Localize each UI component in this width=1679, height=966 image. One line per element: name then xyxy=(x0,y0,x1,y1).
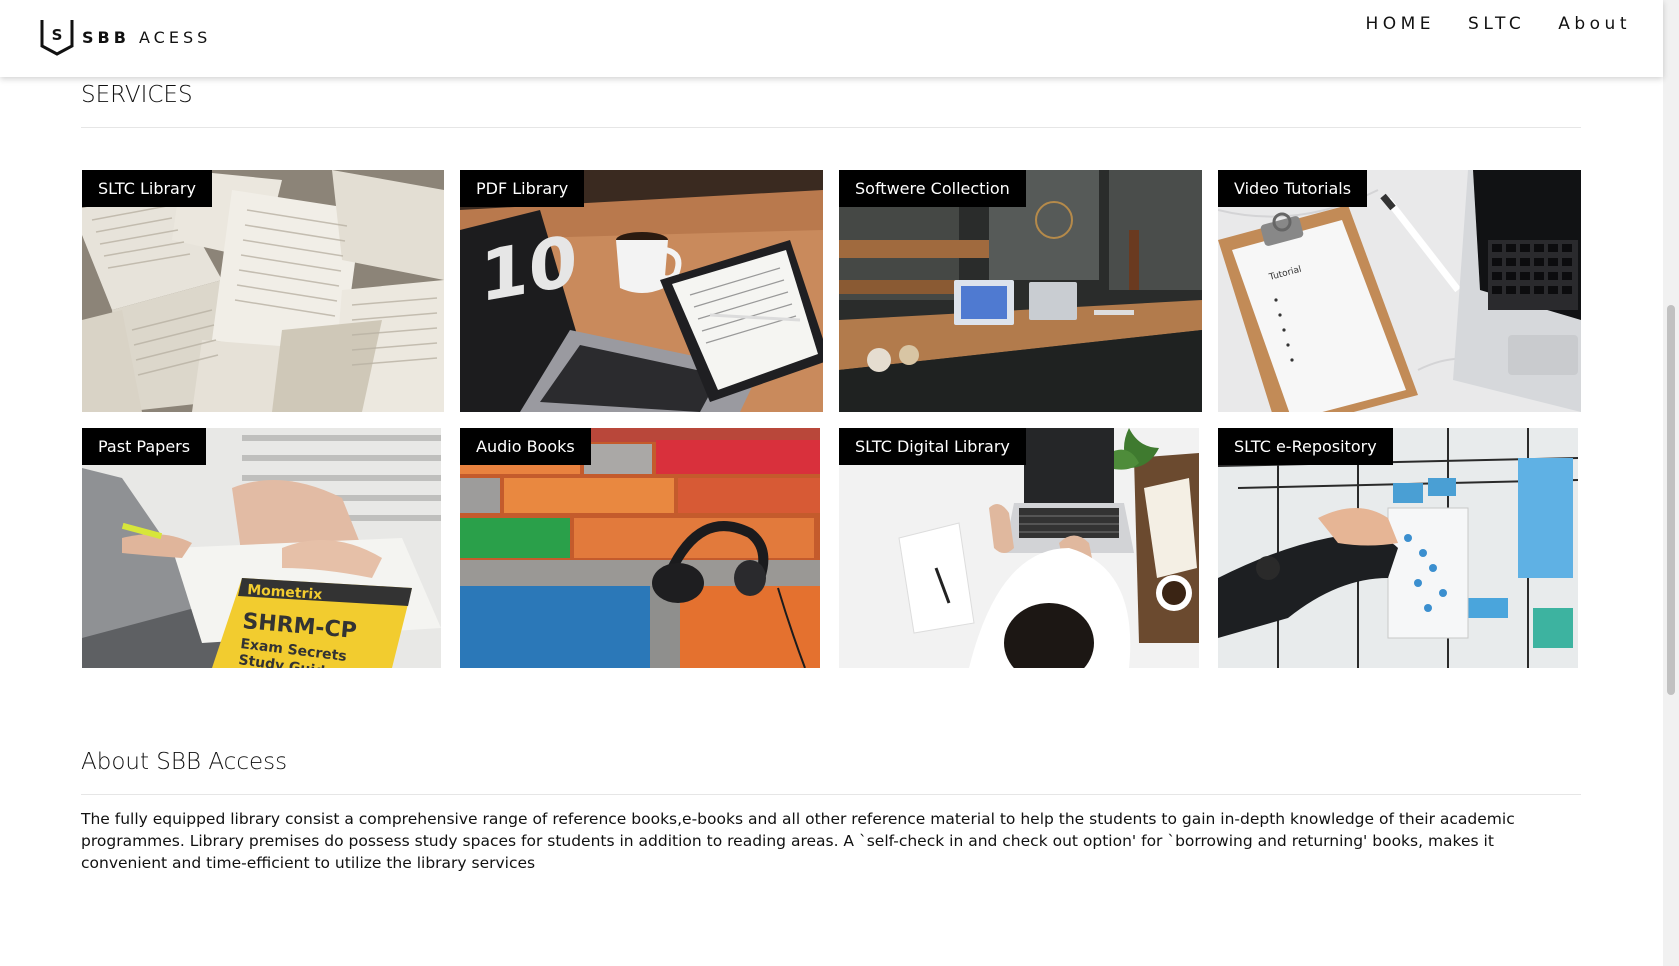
card-softwere-collection[interactable]: Softwere Collection xyxy=(839,170,1202,412)
about-title: About SBB Access xyxy=(81,749,288,775)
card-label: Softwere Collection xyxy=(839,170,1026,207)
card-past-papers[interactable]: Mometrix SHRM-CP Exam Secrets Study Guid… xyxy=(82,428,441,668)
card-sltc-library[interactable]: SLTC Library xyxy=(82,170,444,412)
nav-link-sltc[interactable]: SLTC xyxy=(1468,12,1525,36)
brand-name-rest: ACESS xyxy=(139,27,212,47)
brand-name: SBB ACESS xyxy=(82,28,211,47)
card-label: Video Tutorials xyxy=(1218,170,1368,207)
card-audio-books[interactable]: Audio Books xyxy=(460,428,820,668)
card-label: SLTC Digital Library xyxy=(839,428,1026,465)
brand[interactable]: S SBB ACESS xyxy=(40,18,211,56)
card-sltc-digital-library[interactable]: SLTC Digital Library xyxy=(839,428,1199,668)
nav-link-home[interactable]: HOME xyxy=(1365,12,1435,36)
services-divider xyxy=(81,127,1581,128)
card-label: SLTC e-Repository xyxy=(1218,428,1393,465)
navbar: S SBB ACESS HOME SLTC About xyxy=(0,0,1663,77)
brand-name-bold: SBB xyxy=(82,27,130,47)
card-label: PDF Library xyxy=(460,170,585,207)
about-divider xyxy=(81,794,1581,795)
card-pdf-library[interactable]: 10 PDF Library xyxy=(460,170,823,412)
page-scrollbar[interactable] xyxy=(1663,0,1679,966)
scrollbar-thumb[interactable] xyxy=(1667,305,1675,695)
card-label: Past Papers xyxy=(82,428,207,465)
services-title: SERVICES xyxy=(81,82,193,108)
brand-letter: S xyxy=(52,26,63,44)
card-video-tutorials[interactable]: Tutorial Video Tutorials xyxy=(1218,170,1581,412)
nav-links: HOME SLTC About xyxy=(1332,12,1631,36)
card-label: Audio Books xyxy=(460,428,591,465)
about-body: The fully equipped library consist a com… xyxy=(81,810,1515,872)
card-label: SLTC Library xyxy=(82,170,212,207)
card-sltc-e-repository[interactable]: SLTC e-Repository xyxy=(1218,428,1578,668)
nav-link-about[interactable]: About xyxy=(1558,12,1631,36)
svg-text:10: 10 xyxy=(480,220,577,319)
shield-logo-icon: S xyxy=(40,20,74,56)
